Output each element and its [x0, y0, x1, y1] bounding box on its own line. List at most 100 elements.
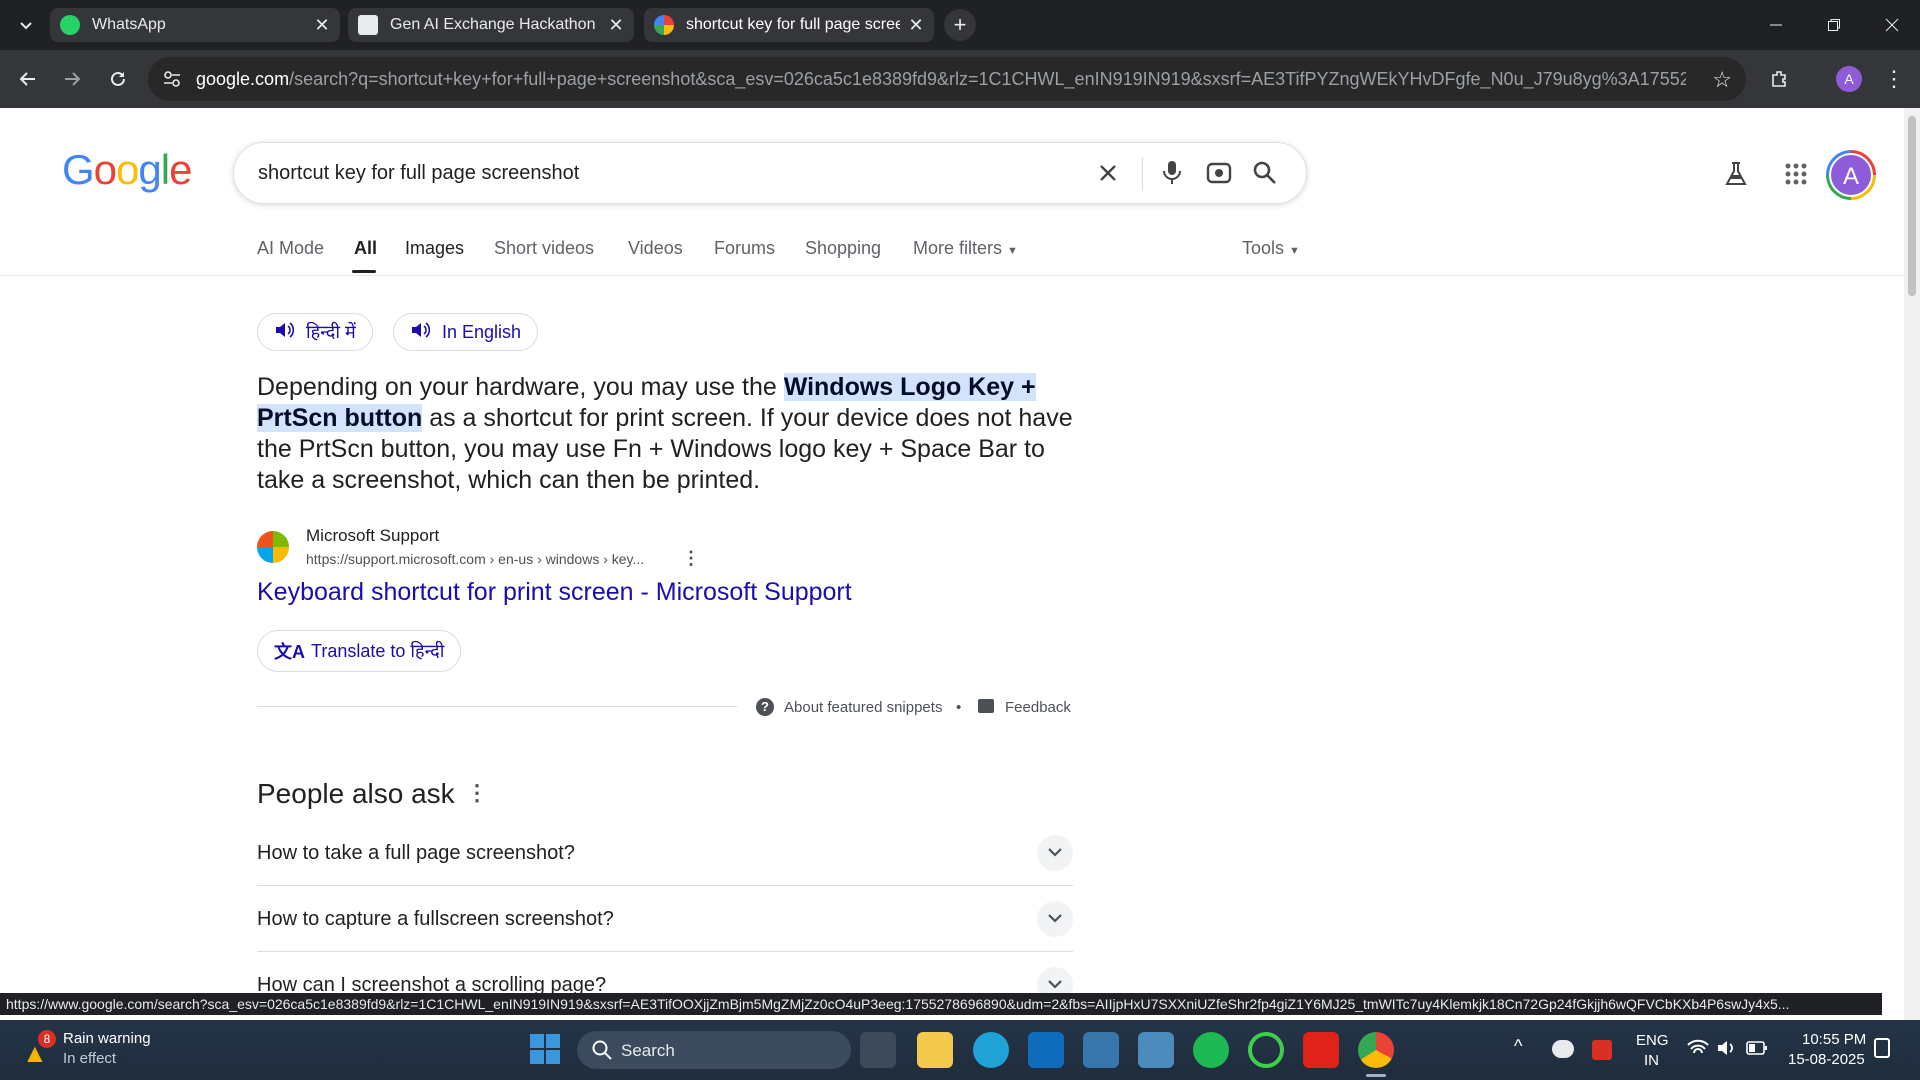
search-input[interactable]: shortcut key for full page screenshot	[258, 162, 579, 185]
account-avatar[interactable]: A	[1826, 150, 1876, 200]
forward-button[interactable]	[56, 63, 88, 95]
more-options-icon[interactable]: ⋮	[682, 548, 700, 569]
caret-down-icon: ▼	[1289, 245, 1300, 257]
chevron-down-icon[interactable]	[1037, 835, 1073, 871]
nav-ai-mode[interactable]: AI Mode	[257, 238, 324, 259]
python-icon[interactable]	[1083, 1032, 1119, 1068]
chrome-icon[interactable]	[1358, 1032, 1394, 1068]
lens-icon[interactable]	[1206, 160, 1232, 191]
clock-date[interactable]: 15-08-2025	[1788, 1051, 1865, 1068]
minimize-button[interactable]	[1760, 9, 1792, 41]
weather-widget[interactable]: ▲ 8	[22, 1030, 56, 1068]
nav-all[interactable]: All	[354, 238, 377, 259]
labs-flask-icon[interactable]	[1722, 160, 1750, 193]
speaker-icon	[410, 321, 431, 344]
close-tab-icon[interactable]: ✕	[314, 15, 330, 36]
task-view-icon[interactable]	[860, 1032, 896, 1068]
nav-shopping[interactable]: Shopping	[805, 238, 881, 259]
nav-videos[interactable]: Videos	[628, 238, 683, 259]
hidden-icons-chevron[interactable]: ^	[1514, 1036, 1522, 1057]
search-box[interactable]: shortcut key for full page screenshot	[233, 142, 1307, 204]
weather-title[interactable]: Rain warning	[63, 1030, 151, 1047]
chevron-down-icon[interactable]	[1037, 901, 1073, 937]
close-tab-icon[interactable]: ✕	[608, 15, 624, 36]
paa-options-icon[interactable]: ⋮	[466, 780, 488, 806]
url-host: google.com	[196, 69, 290, 89]
tab-whatsapp[interactable]: WhatsApp ✕	[50, 8, 340, 42]
notifications-icon[interactable]	[1874, 1038, 1890, 1058]
reload-button[interactable]	[102, 63, 134, 95]
battery-icon[interactable]	[1746, 1040, 1768, 1061]
language-indicator[interactable]: ENG	[1636, 1032, 1669, 1049]
page-scrollbar[interactable]	[1904, 108, 1920, 1020]
google-logo[interactable]: Google	[62, 146, 192, 194]
address-url: google.com/search?q=shortcut+key+for+ful…	[196, 69, 1686, 90]
nav-images[interactable]: Images	[405, 238, 464, 259]
about-snippets-link[interactable]: About featured snippets	[784, 699, 942, 716]
mic-icon[interactable]	[1160, 159, 1184, 192]
nav-forums[interactable]: Forums	[714, 238, 775, 259]
tab-google-search[interactable]: shortcut key for full page screen ✕	[644, 8, 934, 42]
spotify-icon[interactable]	[1193, 1032, 1229, 1068]
tab-hackathon[interactable]: Gen AI Exchange Hackathon | R ✕	[348, 8, 634, 42]
result-title-link[interactable]: Keyboard shortcut for print screen - Mic…	[257, 578, 852, 607]
new-tab-button[interactable]: +	[944, 9, 976, 41]
paa-question[interactable]: How to take a full page screenshot?	[257, 820, 1073, 886]
listen-english-button[interactable]: In English	[393, 313, 539, 351]
file-explorer-icon[interactable]	[917, 1032, 953, 1068]
close-window-button[interactable]	[1876, 9, 1908, 41]
paa-question[interactable]: How to capture a fullscreen screenshot?	[257, 886, 1073, 952]
apps-grid-icon[interactable]	[1784, 162, 1808, 191]
tab-search-chevron-icon[interactable]	[10, 9, 42, 41]
close-tab-icon[interactable]: ✕	[908, 15, 924, 36]
nav-more-filters[interactable]: More filters ▼	[913, 238, 1018, 259]
outlook-icon[interactable]	[1028, 1032, 1064, 1068]
tab-title: Gen AI Exchange Hackathon | R	[390, 16, 600, 33]
wps-office-icon[interactable]	[1303, 1032, 1339, 1068]
paa-question-text: How to capture a fullscreen screenshot?	[257, 908, 614, 930]
tools-label: Tools	[1242, 238, 1285, 258]
python-idle-icon[interactable]	[1138, 1032, 1174, 1068]
tools-button[interactable]: Tools ▼	[1242, 238, 1300, 259]
restore-button[interactable]	[1818, 9, 1850, 41]
region-indicator: IN	[1644, 1052, 1659, 1069]
active-app-indicator	[1366, 1074, 1386, 1077]
taskbar-search[interactable]: Search	[577, 1031, 851, 1069]
chrome-menu-icon[interactable]: ⋮	[1878, 63, 1910, 95]
tab-title: shortcut key for full page screen	[686, 16, 900, 33]
back-button[interactable]	[12, 63, 44, 95]
edge-icon[interactable]	[973, 1032, 1009, 1068]
tray-app-icon[interactable]	[1592, 1040, 1612, 1060]
profile-avatar[interactable]: A	[1836, 66, 1862, 92]
onedrive-icon[interactable]	[1552, 1040, 1574, 1058]
clock-time[interactable]: 10:55 PM	[1802, 1031, 1866, 1048]
nav-divider	[0, 275, 1904, 276]
source-name[interactable]: Microsoft Support	[306, 526, 439, 546]
extensions-icon[interactable]	[1764, 63, 1796, 95]
scrollbar-thumb[interactable]	[1908, 116, 1916, 296]
site-info-icon[interactable]	[162, 69, 182, 94]
more-filters-label: More filters	[913, 238, 1003, 258]
listen-english-label: In English	[442, 321, 522, 342]
snippet-divider	[257, 706, 737, 707]
hackathon-icon	[358, 15, 378, 35]
windows-start-icon[interactable]	[530, 1034, 560, 1064]
volume-icon[interactable]	[1716, 1038, 1738, 1063]
address-bar[interactable]: google.com/search?q=shortcut+key+for+ful…	[148, 57, 1746, 101]
wifi-icon[interactable]	[1686, 1038, 1710, 1063]
microsoft-logo-icon[interactable]	[257, 531, 289, 563]
weather-badge: 8	[38, 1030, 56, 1048]
source-url[interactable]: https://support.microsoft.com › en-us › …	[306, 551, 644, 567]
listen-hindi-button[interactable]: हिन्दी में	[257, 313, 373, 351]
footer-separator: •	[956, 699, 962, 716]
search-icon[interactable]	[1252, 160, 1278, 191]
search-divider	[1142, 157, 1143, 191]
bookmark-star-icon[interactable]: ☆	[1712, 67, 1732, 93]
weather-subtitle: In effect	[63, 1050, 117, 1067]
sync-app-icon[interactable]	[1248, 1032, 1284, 1068]
clear-icon[interactable]	[1096, 161, 1120, 190]
caret-down-icon: ▼	[1007, 245, 1018, 257]
feedback-link[interactable]: Feedback	[1005, 699, 1071, 716]
nav-short-videos[interactable]: Short videos	[494, 238, 594, 259]
translate-button[interactable]: 文A Translate to हिन्दी	[257, 630, 462, 672]
